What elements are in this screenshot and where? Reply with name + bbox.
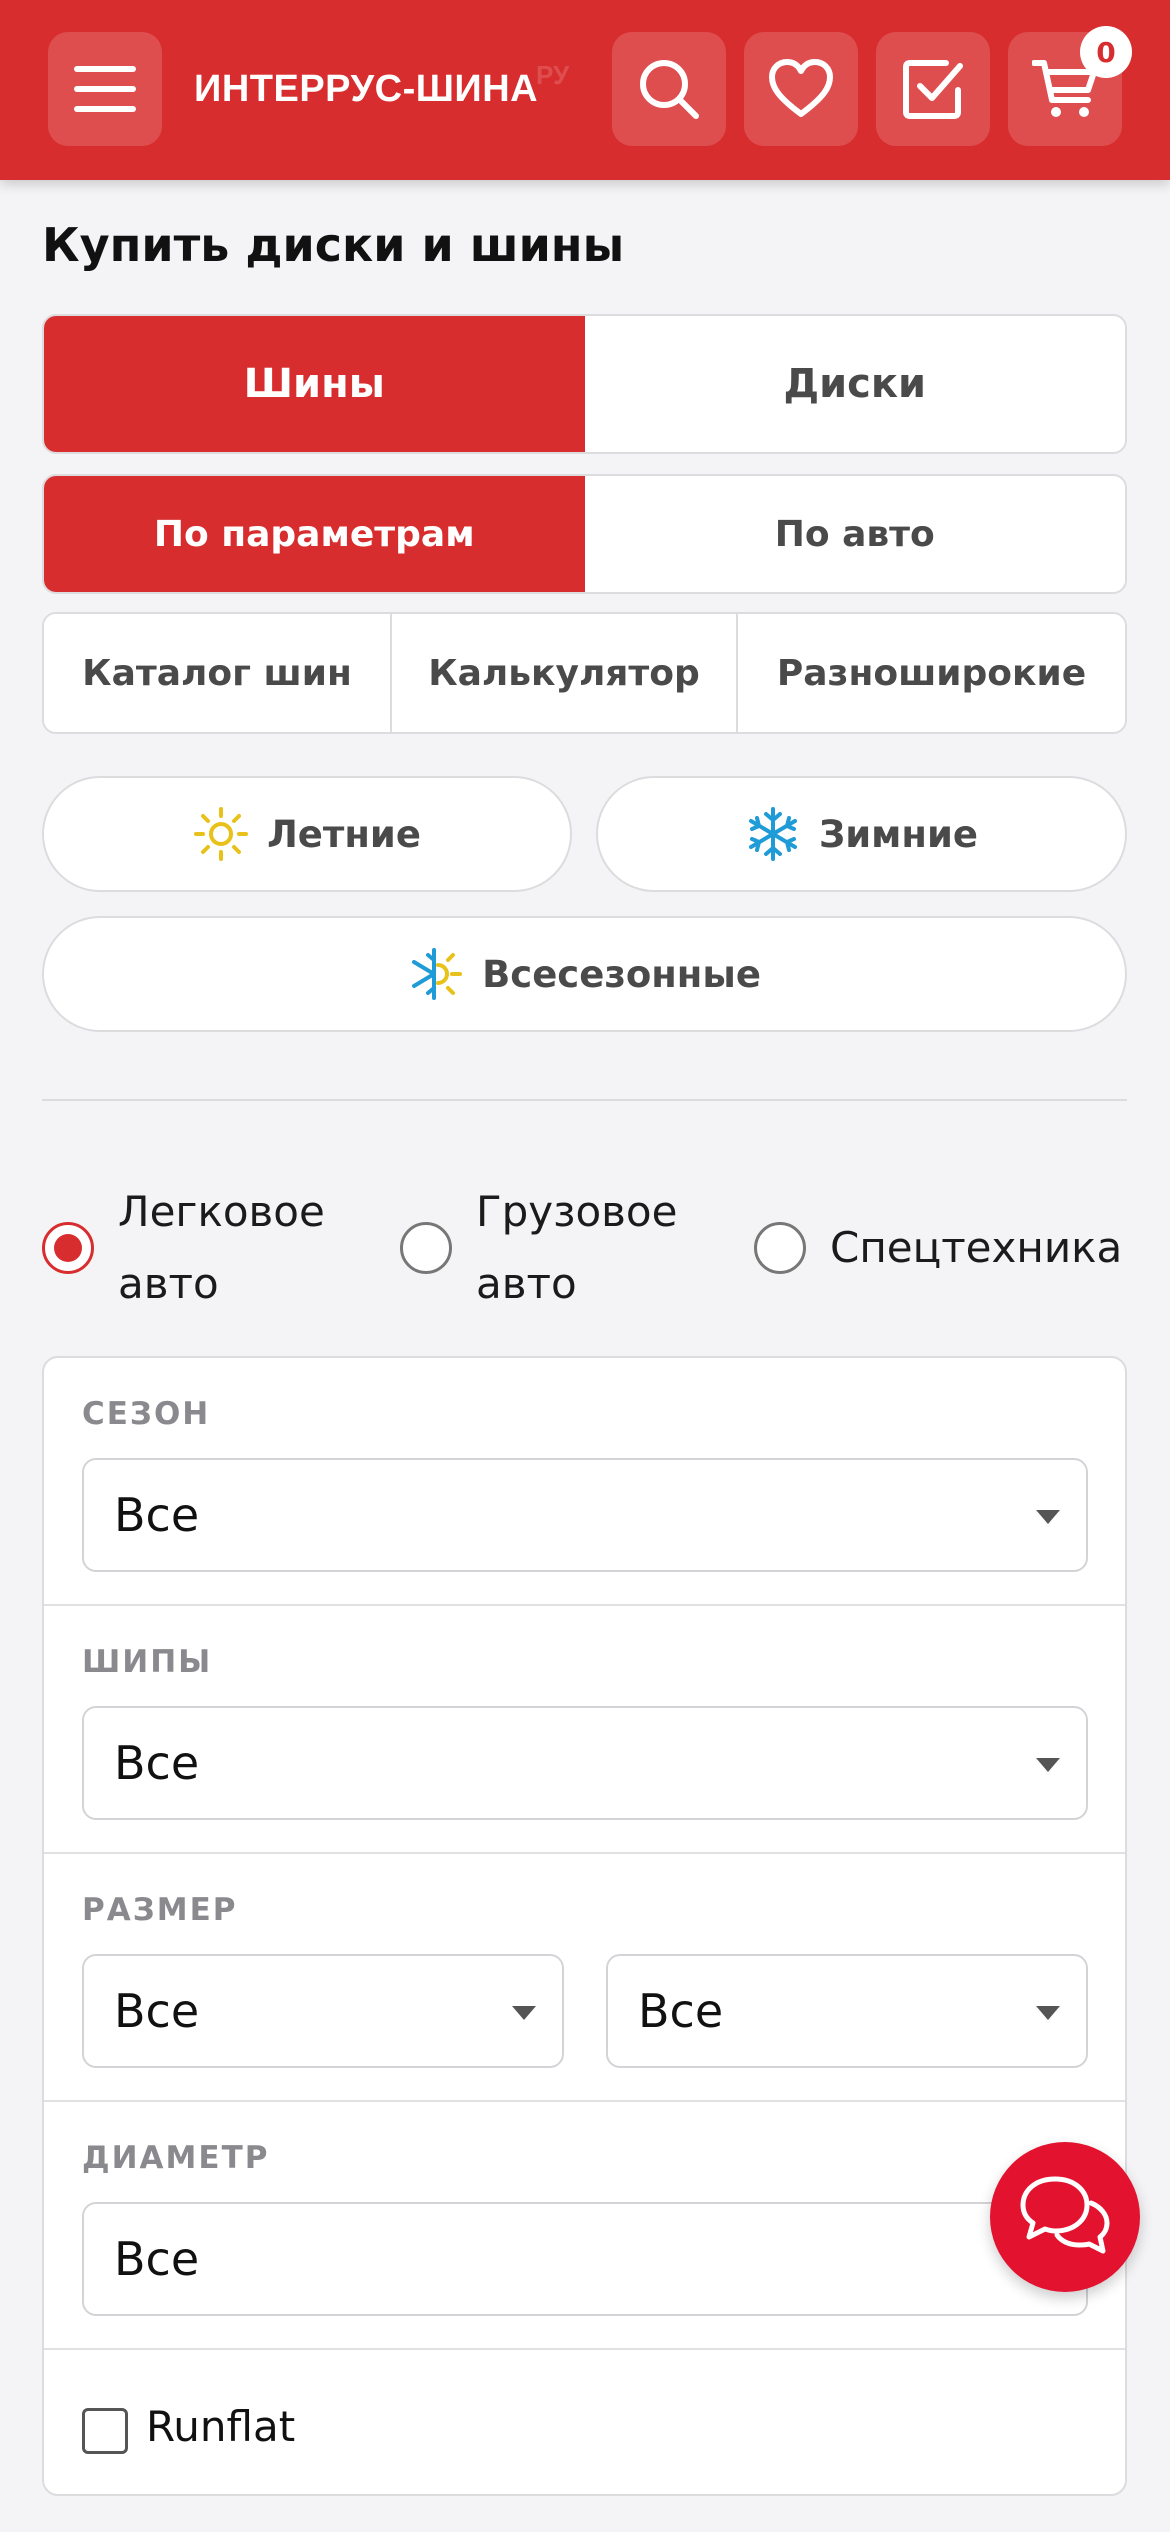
- section-divider: [42, 1099, 1127, 1101]
- filter-card: СЕЗОН Все ШИПЫ Все РАЗМЕР Все / Все ДИАМ…: [42, 1356, 1127, 2496]
- product-tabs: Шины Диски: [42, 314, 1127, 454]
- radio-car-label-line2: авто: [118, 1259, 219, 1308]
- chevron-down-icon: [1036, 2006, 1060, 2020]
- chevron-down-icon: [1036, 1510, 1060, 1524]
- season-all-label: Всесезонные: [482, 952, 761, 996]
- chat-button[interactable]: [990, 2142, 1140, 2292]
- radio-truck[interactable]: [400, 1222, 452, 1274]
- card-divider: [44, 2348, 1125, 2350]
- radio-car-label-line1: Легковое: [118, 1187, 325, 1236]
- logo-suffix: РУ: [536, 60, 570, 90]
- spikes-select[interactable]: Все: [82, 1706, 1088, 1820]
- runflat-label[interactable]: Runflat: [146, 2402, 295, 2451]
- radio-car-label: Легковое авто: [118, 1176, 325, 1320]
- size-profile-value: Все: [638, 1984, 724, 2038]
- tab-staggered[interactable]: Разноширокие: [736, 614, 1125, 732]
- diameter-select-value: Все: [114, 2232, 200, 2286]
- season-summer-label: Летние: [267, 812, 421, 856]
- tab-by-car[interactable]: По авто: [584, 476, 1125, 592]
- snowflake-icon: [748, 807, 797, 861]
- favorites-button[interactable]: [744, 32, 858, 146]
- search-button[interactable]: [612, 32, 726, 146]
- season-select-value: Все: [114, 1488, 200, 1542]
- compare-button[interactable]: [876, 32, 990, 146]
- site-logo[interactable]: ИНТЕРРУС-ШИНА: [194, 68, 538, 111]
- season-winter-label: Зимние: [818, 812, 979, 856]
- season-filter-label: СЕЗОН: [82, 1396, 211, 1432]
- menu-button[interactable]: [48, 32, 162, 146]
- spikes-select-value: Все: [114, 1736, 200, 1790]
- chevron-down-icon: [512, 2006, 536, 2020]
- tab-calculator[interactable]: Калькулятор: [390, 614, 736, 732]
- radio-truck-label: Грузовое авто: [476, 1176, 677, 1320]
- size-profile-select[interactable]: Все: [606, 1954, 1088, 2068]
- page: ИНТЕРРУС-ШИНА РУ 0 Купить диски и шины Ш…: [0, 0, 1170, 2532]
- checkbox-list-icon: [903, 60, 963, 119]
- chat-icon: [1020, 2176, 1110, 2254]
- diameter-select[interactable]: Все: [82, 2202, 1088, 2316]
- all-season-icon: [412, 948, 463, 1000]
- size-width-select[interactable]: Все: [82, 1954, 564, 2068]
- season-all-button[interactable]: Всесезонные: [42, 916, 1127, 1032]
- sun-icon: [194, 807, 249, 861]
- vehicle-radio-truck[interactable]: Грузовое авто: [400, 1176, 677, 1320]
- card-divider: [44, 1852, 1125, 1854]
- search-icon: [640, 60, 699, 119]
- spikes-filter-label: ШИПЫ: [82, 1644, 213, 1680]
- chevron-down-icon: [1036, 1758, 1060, 1772]
- tab-tires[interactable]: Шины: [44, 316, 585, 452]
- runflat-checkbox[interactable]: [82, 2408, 128, 2454]
- hamburger-icon: [74, 66, 136, 112]
- diameter-filter-label: ДИАМЕТР: [82, 2140, 270, 2176]
- heart-icon: [769, 59, 833, 117]
- radio-truck-label-line1: Грузовое: [476, 1187, 678, 1236]
- card-divider: [44, 1604, 1125, 1606]
- season-summer-button[interactable]: Летние: [42, 776, 572, 892]
- radio-car[interactable]: [42, 1222, 94, 1274]
- cart-count-badge: 0: [1080, 26, 1132, 78]
- tab-tire-catalog[interactable]: Каталог шин: [44, 614, 390, 732]
- size-filter-label: РАЗМЕР: [82, 1892, 238, 1928]
- tab-by-parameters[interactable]: По параметрам: [44, 476, 585, 592]
- vehicle-radio-special[interactable]: Спецтехника: [754, 1212, 1122, 1284]
- season-select[interactable]: Все: [82, 1458, 1088, 1572]
- radio-special[interactable]: [754, 1222, 806, 1274]
- vehicle-radio-car[interactable]: Легковое авто: [42, 1176, 325, 1320]
- size-width-value: Все: [114, 1984, 200, 2038]
- radio-truck-label-line2: авто: [476, 1259, 577, 1308]
- card-divider: [44, 2100, 1125, 2102]
- app-header: ИНТЕРРУС-ШИНА РУ 0: [0, 0, 1170, 180]
- search-mode-tabs: По параметрам По авто: [42, 474, 1127, 594]
- tab-wheels[interactable]: Диски: [584, 316, 1125, 452]
- catalog-tabs: Каталог шин Калькулятор Разноширокие: [42, 612, 1127, 734]
- season-winter-button[interactable]: Зимние: [596, 776, 1127, 892]
- page-title: Купить диски и шины: [42, 218, 625, 272]
- radio-special-label: Спецтехника: [830, 1223, 1123, 1272]
